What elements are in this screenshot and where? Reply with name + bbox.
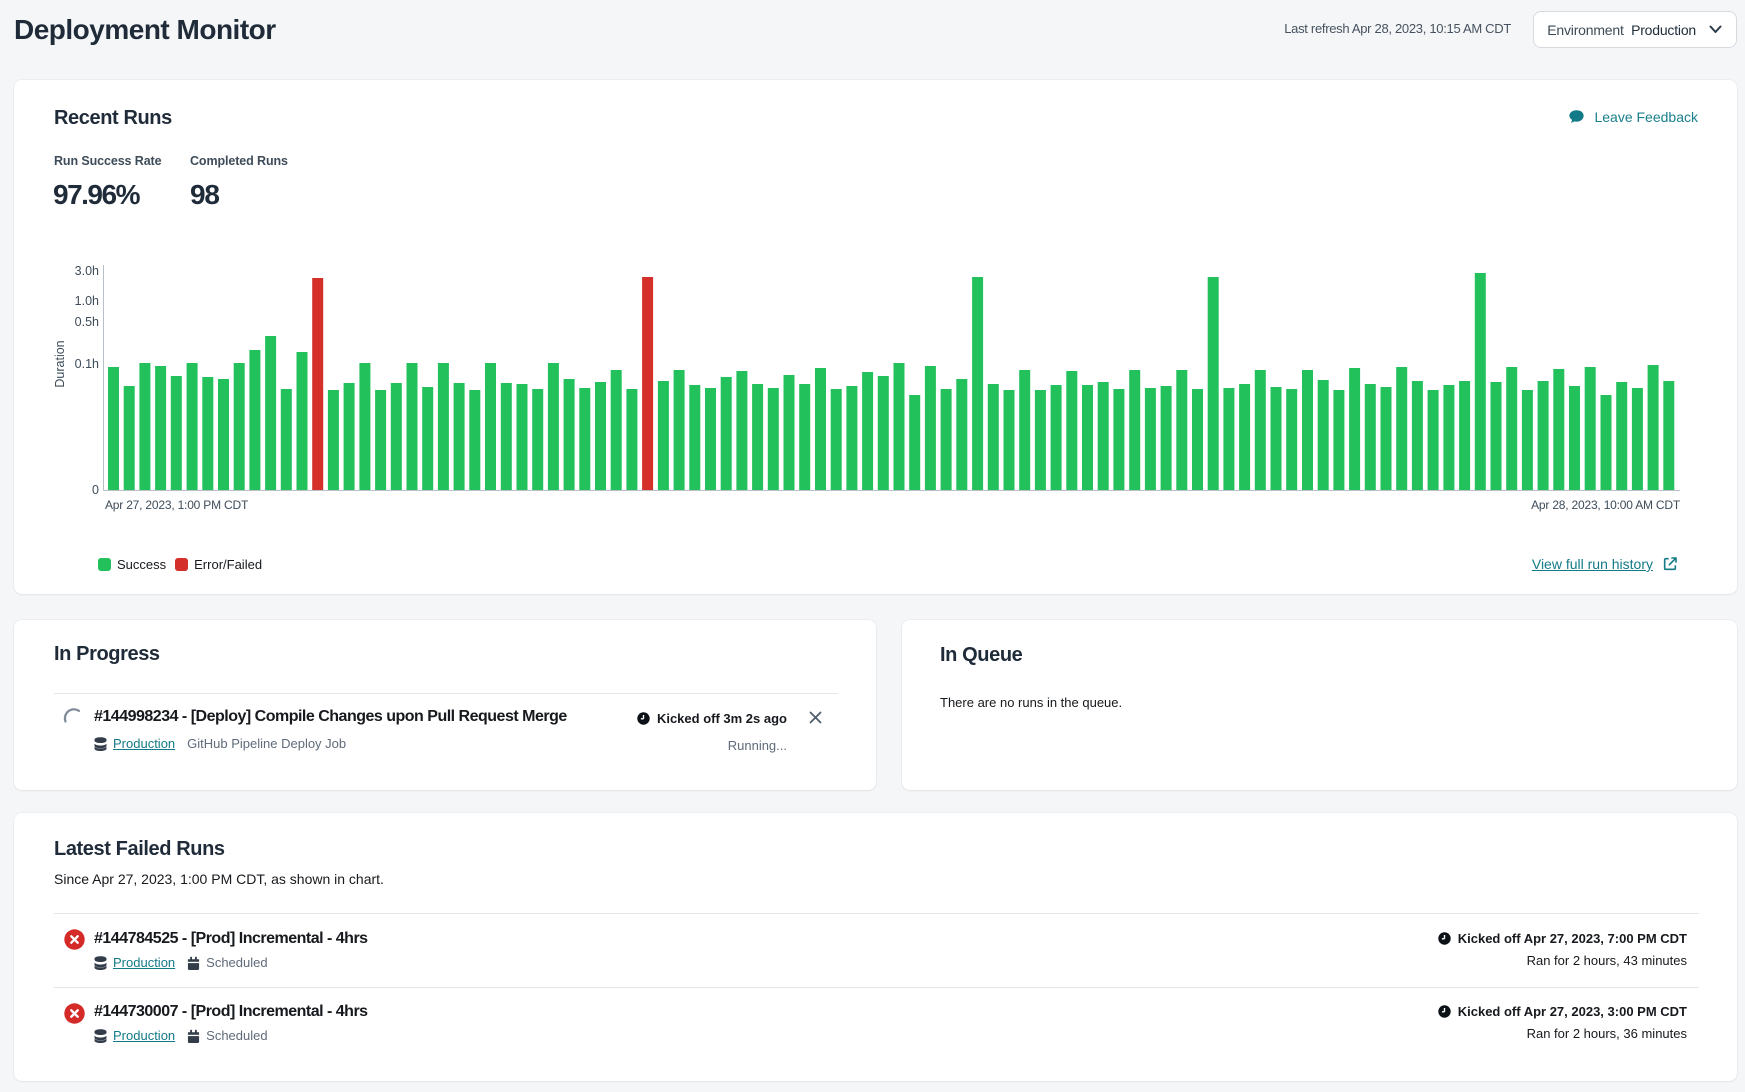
svg-text:0: 0 (92, 483, 99, 497)
svg-text:Apr 27, 2023, 1:00 PM CDT: Apr 27, 2023, 1:00 PM CDT (105, 498, 249, 512)
svg-text:3.0h: 3.0h (75, 264, 99, 278)
svg-text:0.5h: 0.5h (75, 315, 99, 329)
svg-text:Duration: Duration (53, 340, 67, 387)
svg-text:Apr 28, 2023, 10:00 AM CDT: Apr 28, 2023, 10:00 AM CDT (1531, 498, 1681, 512)
svg-text:0.1h: 0.1h (75, 357, 99, 371)
svg-text:1.0h: 1.0h (75, 294, 99, 308)
